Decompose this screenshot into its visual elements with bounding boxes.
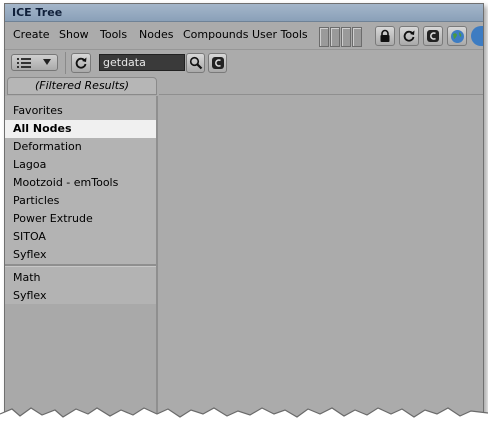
search-refresh-button[interactable] — [71, 53, 91, 73]
category-mootzoid-emtools[interactable]: Mootzoid - emTools — [5, 174, 156, 192]
refresh-icon — [75, 57, 87, 69]
category-deformation[interactable]: Deformation — [5, 138, 156, 156]
ice-tree-window: ICE Tree Create Show Tools Nodes Compoun… — [4, 3, 484, 425]
chevron-down-icon — [43, 59, 51, 65]
clear-icon — [211, 57, 224, 69]
node-results-panel[interactable] — [159, 96, 483, 424]
toolbar-separator — [65, 52, 66, 74]
list-divider — [5, 264, 156, 267]
header-divider — [159, 94, 483, 95]
category-list: Favorites All Nodes Deformation Lagoa Mo… — [5, 96, 158, 424]
category-syflex[interactable]: Syflex — [5, 246, 156, 264]
globe-partial-icon — [471, 26, 483, 46]
clear-search-button[interactable] — [208, 53, 227, 73]
torn-edge-decoration — [0, 407, 488, 439]
category-power-extrude[interactable]: Power Extrude — [5, 210, 156, 228]
toolbar-grip[interactable] — [319, 26, 367, 47]
menu-compounds[interactable]: Compounds — [183, 28, 249, 41]
category-all-nodes[interactable]: All Nodes — [5, 120, 156, 138]
view-filter-dropdown[interactable] — [11, 54, 58, 71]
category-sitoa[interactable]: SITOA — [5, 228, 156, 246]
list-icon — [17, 58, 31, 68]
window-title: ICE Tree — [12, 6, 63, 19]
menu-bar: Create Show Tools Nodes Compounds User T… — [5, 22, 483, 48]
title-bar[interactable]: ICE Tree — [5, 4, 483, 22]
task-math[interactable]: Math — [5, 269, 156, 287]
filtered-results-tab[interactable]: (Filtered Results) — [7, 77, 157, 95]
lock-icon — [380, 29, 390, 42]
magnifier-icon — [189, 56, 202, 70]
search-input[interactable] — [99, 54, 185, 71]
globe-icon — [450, 29, 464, 43]
search-button[interactable] — [186, 53, 205, 73]
category-favorites[interactable]: Favorites — [5, 102, 156, 120]
refresh-icon — [403, 30, 415, 42]
refresh-button[interactable] — [399, 26, 419, 46]
lock-button[interactable] — [375, 26, 395, 46]
clear-button[interactable] — [423, 26, 443, 46]
menu-tools[interactable]: Tools — [100, 28, 127, 41]
menu-create[interactable]: Create — [13, 28, 50, 41]
menu-nodes[interactable]: Nodes — [139, 28, 173, 41]
clear-icon — [427, 30, 439, 42]
search-toolbar — [5, 49, 483, 76]
category-particles[interactable]: Particles — [5, 192, 156, 210]
task-syflex[interactable]: Syflex — [5, 287, 156, 305]
category-lagoa[interactable]: Lagoa — [5, 156, 156, 174]
menu-user-tools[interactable]: User Tools — [252, 28, 308, 41]
globe-button[interactable] — [447, 26, 467, 46]
menu-show[interactable]: Show — [59, 28, 89, 41]
